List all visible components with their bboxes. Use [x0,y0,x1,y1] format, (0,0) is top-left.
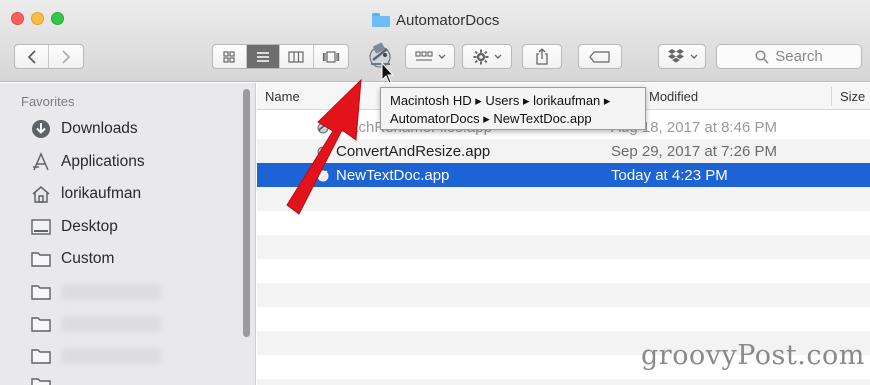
sidebar-item-redacted[interactable] [30,342,161,370]
list-view-button[interactable] [246,45,280,68]
column-size-header[interactable]: Size [840,89,865,104]
tags-button[interactable] [578,44,622,69]
dropbox-icon [667,49,684,63]
folder-icon [30,345,52,367]
chevron-down-icon [438,54,445,59]
icon-view-button[interactable] [213,45,247,68]
automator-app-icon [315,143,331,159]
sidebar-item-redacted[interactable] [30,371,52,385]
sidebar-item-applications[interactable]: Applications [30,148,145,176]
coverflow-icon [322,50,339,63]
search-placeholder: Search [775,48,823,65]
back-forward-control [14,44,84,69]
file-modified: Sep 29, 2017 at 7:26 PM [611,142,777,160]
column-view-button[interactable] [280,45,314,68]
desktop-icon [30,216,52,238]
share-button[interactable] [522,44,562,69]
folder-icon [372,13,390,27]
automator-app-icon [315,167,331,183]
sidebar-item-label: Custom [61,250,115,267]
search-icon [755,49,769,64]
chevron-left-icon [27,49,36,64]
file-name-cell: NewTextDoc.app [315,167,449,184]
sidebar-item-label: lorikaufman [61,185,142,202]
list-icon [256,51,269,62]
chevron-down-icon [690,54,697,59]
sidebar-section-favorites: Favorites [21,94,75,109]
window-title: AutomatorDocs [372,10,499,30]
arrange-icon [414,50,433,61]
redacted-label [61,316,161,332]
sidebar-item-label: Downloads [61,120,138,137]
toolbar: AutomatorDocs Search [0,0,870,82]
zoom-window-button[interactable] [51,12,64,25]
file-name: ConvertAndResize.app [336,142,491,160]
sidebar-scrollbar[interactable] [243,89,250,337]
chevron-right-icon [62,49,71,64]
back-button[interactable] [15,45,50,68]
automator-app-icon [315,119,331,135]
sidebar-item-downloads[interactable]: Downloads [30,115,138,143]
tag-icon [589,50,610,63]
file-name: NewTextDoc.app [336,166,450,184]
search-field[interactable]: Search [716,44,862,69]
columns-icon [288,50,304,63]
table-row[interactable]: ConvertAndResize.app Sep 29, 2017 at 7:2… [257,139,870,163]
applications-icon [30,151,52,173]
home-icon [30,183,52,205]
gear-icon [473,49,488,64]
empty-row [257,187,870,211]
finder-window: AutomatorDocs Search Favorites Downloads… [0,0,870,385]
action-menu-button[interactable] [462,44,512,69]
column-name-header[interactable]: Name [265,89,300,104]
sidebar-item-redacted[interactable] [30,278,161,306]
path-tooltip: Macintosh HD ▸ Users ▸ lorikaufman ▸ Aut… [380,87,646,130]
folder-icon [30,281,52,303]
watermark: groovyPost.com [641,340,865,371]
column-divider [831,87,832,106]
tooltip-line-1: Macintosh HD ▸ Users ▸ lorikaufman ▸ [390,93,611,108]
sidebar: Favorites Downloads Applications lorikau… [0,83,256,385]
tooltip-line-2: AutomatorDocs ▸ NewTextDoc.app [390,111,592,126]
arrange-button[interactable] [405,44,455,69]
coverflow-view-button[interactable] [314,45,348,68]
downloads-icon [30,118,52,140]
sidebar-item-label: Applications [61,153,145,170]
column-modified-header[interactable]: Modified [649,89,698,104]
sidebar-item-desktop[interactable]: Desktop [30,213,118,241]
sidebar-item-label: Desktop [61,218,118,235]
sidebar-item-custom[interactable]: Custom [30,245,114,273]
window-title-label: AutomatorDocs [396,11,500,29]
redacted-label [61,284,161,300]
close-window-button[interactable] [11,12,24,25]
view-mode-control [212,44,349,69]
empty-row [257,283,870,307]
folder-icon [30,248,52,270]
sidebar-item-home[interactable]: lorikaufman [30,180,141,208]
forward-button[interactable] [49,45,83,68]
chevron-down-icon [494,54,501,59]
file-modified: Today at 4:23 PM [611,166,728,184]
sidebar-item-redacted[interactable] [30,310,161,338]
dropbox-button[interactable] [658,44,706,69]
file-name-cell: ConvertAndResize.app [315,143,490,160]
empty-row [257,379,870,385]
folder-icon [30,313,52,335]
empty-row [257,235,870,259]
redacted-label [61,348,161,364]
grid-icon [223,50,235,63]
automator-app-icon[interactable] [364,40,396,72]
minimize-window-button[interactable] [31,12,44,25]
table-row-selected[interactable]: NewTextDoc.app Today at 4:23 PM [257,163,870,187]
share-icon [536,48,548,65]
folder-icon [30,374,52,385]
